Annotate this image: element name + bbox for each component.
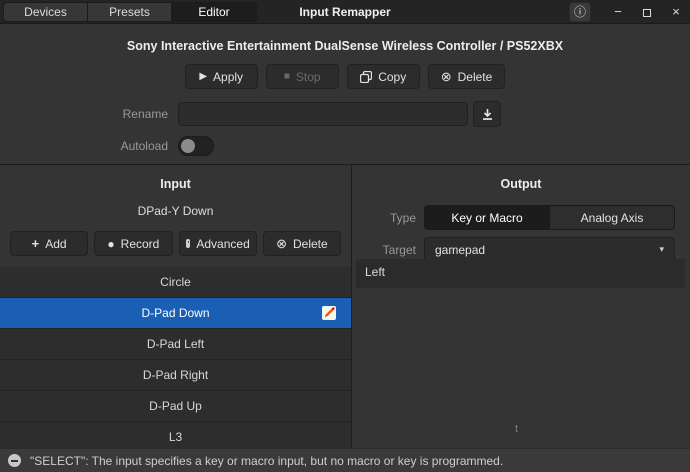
copy-icon [360,70,373,83]
type-analog-axis[interactable]: Analog Axis [550,206,674,229]
list-item-label: Circle [160,275,191,289]
stop-label: Stop [295,69,321,84]
delete-icon: ⊗ [276,236,287,251]
advanced-icon [185,239,191,248]
close-icon: × [672,4,680,19]
autoload-row: Autoload [0,136,690,156]
preset-actions: ▶ Apply ■ Stop Copy ⊗ Delete [0,64,690,89]
rename-input[interactable] [178,102,468,126]
delete-preset-label: Delete [457,69,493,84]
delete-input-button[interactable]: ⊗ Delete [262,231,341,256]
device-preset-title: Sony Interactive Entertainment DualSense… [126,39,564,53]
rename-label: Rename [122,107,168,121]
type-label: Type [389,210,416,225]
minimize-button[interactable]: − [608,2,628,22]
copy-button[interactable]: Copy [346,64,420,89]
rename-row: Rename [0,101,690,127]
delete-input-label: Delete [292,236,328,251]
add-label: Add [45,236,67,251]
type-row: Type Key or Macro Analog Axis [352,205,690,230]
stop-icon: ■ [283,70,290,82]
tab-devices[interactable]: Devices [4,3,88,21]
record-icon: ● [107,236,115,251]
maximize-button[interactable] [637,2,657,22]
window-controls: ⓘ − × [569,0,686,24]
preset-section: Sony Interactive Entertainment DualSense… [0,25,690,163]
list-item-dpad-right[interactable]: D-Pad Right [0,360,351,391]
list-item-dpad-left[interactable]: D-Pad Left [0,329,351,360]
tab-editor[interactable]: Editor [172,3,256,21]
editor-panels: Input DPad-Y Down + Add ● Record Advance… [0,164,690,453]
advanced-button[interactable]: Advanced [178,231,257,256]
delete-preset-button[interactable]: ⊗ Delete [427,64,506,89]
save-download-icon [481,108,494,121]
output-panel-title: Output [500,177,542,191]
rename-save-button[interactable] [473,101,501,127]
output-type-switch: Key or Macro Analog Axis [424,205,675,230]
autoload-toggle[interactable] [178,136,214,156]
view-switcher: Devices Presets Editor [3,2,257,22]
current-input-name: DPad-Y Down [137,204,214,218]
close-button[interactable]: × [666,2,686,22]
autoload-label: Autoload [120,139,168,153]
apply-label: Apply [213,69,244,84]
list-item-dpad-down[interactable]: D-Pad Down [0,298,351,329]
play-icon: ▶ [199,70,208,82]
delete-icon: ⊗ [440,69,452,84]
chevron-down-icon: ▾ [659,244,664,254]
apply-button[interactable]: ▶ Apply [184,64,258,89]
target-label: Target [382,242,416,257]
status-message: "SELECT": The input specifies a key or m… [30,453,504,468]
stop-button[interactable]: ■ Stop [265,64,339,89]
list-item-label: D-Pad Right [142,368,209,382]
macro-code-value: Left [365,265,386,279]
toggle-knob [181,139,195,153]
minimize-icon: − [614,4,622,19]
input-panel: Input DPad-Y Down + Add ● Record Advance… [0,165,352,453]
list-item-label: D-Pad Up [149,399,202,413]
list-item-label: D-Pad Down [141,306,210,320]
advanced-label: Advanced [196,236,250,251]
edit-pencil-icon [321,305,337,321]
output-panel: Output Type Key or Macro Analog Axis Tar… [352,165,690,448]
list-item-label: L3 [168,430,183,444]
stray-text: t [515,423,519,435]
target-value: gamepad [435,242,486,257]
list-item-label: D-Pad Left [146,337,205,351]
type-key-or-macro[interactable]: Key or Macro [425,206,550,229]
record-button[interactable]: ● Record [94,231,173,256]
list-item-circle[interactable]: Circle [0,267,351,298]
input-actions: + Add ● Record Advanced ⊗ Delete [0,231,351,256]
status-bar: "SELECT": The input specifies a key or m… [0,448,690,472]
info-icon: ⓘ [573,5,586,19]
maximize-icon [643,8,651,17]
record-label: Record [120,236,160,251]
titlebar: Input Remapper Devices Presets Editor ⓘ … [0,0,690,24]
copy-label: Copy [378,69,407,84]
input-panel-title: Input [160,177,191,191]
error-circle-icon [8,454,21,467]
list-item-dpad-up[interactable]: D-Pad Up [0,391,351,422]
add-input-button[interactable]: + Add [10,231,89,256]
mapping-list: Circle D-Pad Down D-Pad Left D-Pad Right… [0,267,351,453]
info-button[interactable]: ⓘ [569,2,591,22]
plus-icon: + [31,236,40,251]
macro-code-editor[interactable]: Left [356,259,685,288]
tab-presets[interactable]: Presets [88,3,172,21]
